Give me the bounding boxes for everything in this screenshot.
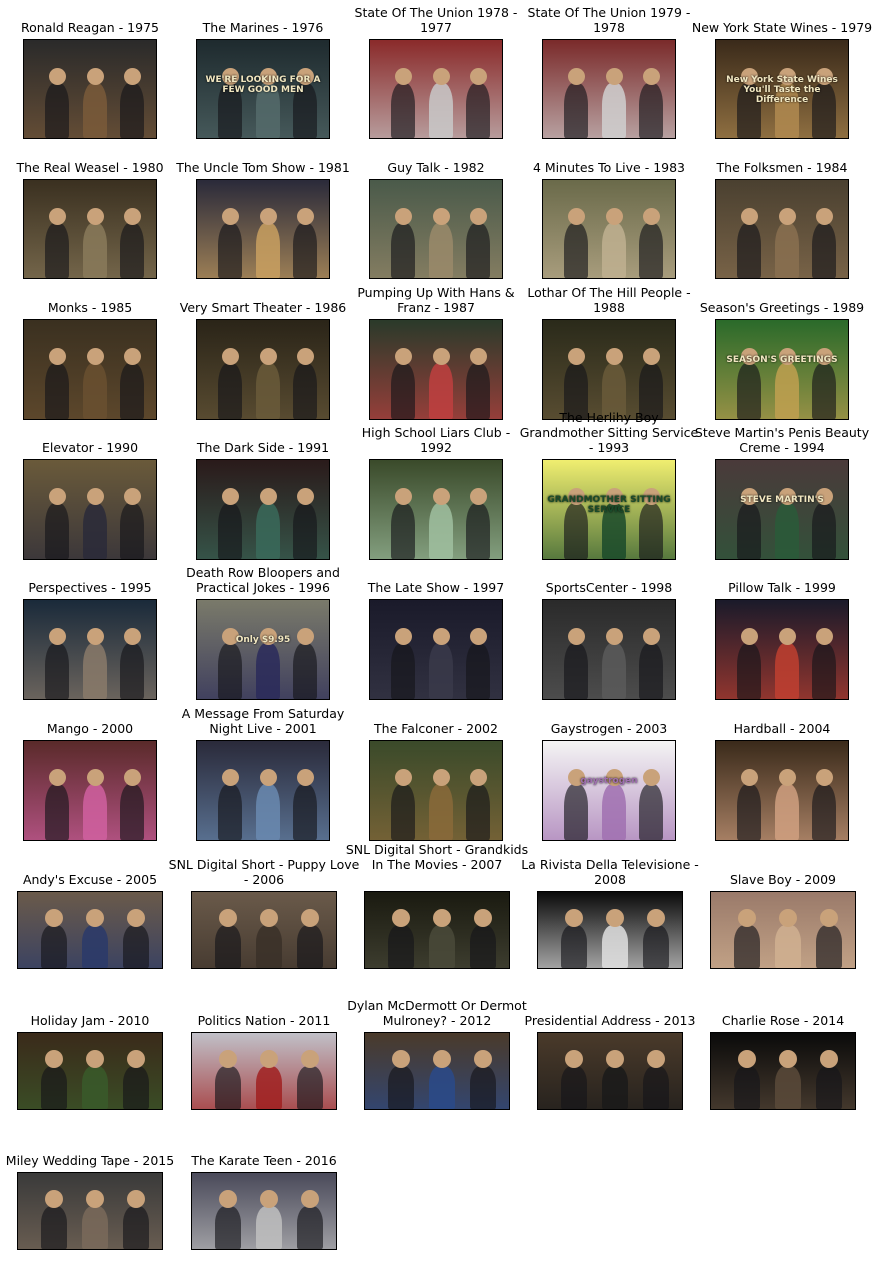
thumbnail-image: STEVE MARTIN'S [715, 459, 849, 560]
thumbnail-image [191, 1032, 337, 1110]
tile-title: Ronald Reagan - 1975 [21, 20, 159, 35]
thumbnail-image [369, 319, 503, 420]
thumbnail-image [23, 39, 157, 139]
thumbnail-image [369, 740, 503, 841]
thumbnail-image [196, 319, 330, 420]
tile-title: Perspectives - 1995 [28, 580, 152, 595]
thumbnail-image [369, 179, 503, 279]
thumbnail-image [369, 599, 503, 700]
thumbnail-image [542, 599, 676, 700]
tile-title: Guy Talk - 1982 [387, 160, 485, 175]
tile-title: Death Row Bloopers and Practical Jokes -… [186, 565, 340, 595]
thumbnail-image [23, 459, 157, 560]
thumbnail-image [17, 1032, 163, 1110]
thumbnail-caption: New York State Wines You'll Taste the Di… [726, 75, 838, 105]
tile-title: Holiday Jam - 2010 [30, 1013, 150, 1028]
thumbnail-image: SEASON'S GREETINGS [715, 319, 849, 420]
thumbnail-image: gaystrogen [542, 740, 676, 841]
thumbnail-image [710, 1032, 856, 1110]
tile-title: La Rivista Della Televisione - 2008 [521, 857, 699, 887]
thumbnail-image [23, 599, 157, 700]
tile-title: Lothar Of The Hill People - 1988 [527, 285, 691, 315]
tile-title: Elevator - 1990 [41, 440, 139, 455]
tile-title: Mango - 2000 [46, 721, 134, 736]
tile-title: The Dark Side - 1991 [196, 440, 330, 455]
tile-title: High School Liars Club - 1992 [361, 425, 511, 455]
tile-title: Season's Greetings - 1989 [699, 300, 865, 315]
tile-title: State Of The Union 1978 - 1977 [354, 5, 518, 35]
thumbnail-image [369, 459, 503, 560]
tile-title: Steve Martin's Penis Beauty Creme - 1994 [694, 425, 870, 455]
thumbnail-image [542, 179, 676, 279]
tile-title: Very Smart Theater - 1986 [179, 300, 347, 315]
tile-title: Monks - 1985 [47, 300, 133, 315]
thumbnail-image [537, 891, 683, 969]
tile-title: SNL Digital Short - Puppy Love - 2006 [168, 857, 360, 887]
thumbnail-image [191, 1172, 337, 1250]
thumbnail-image [542, 319, 676, 420]
thumbnail-caption: WE'RE LOOKING FOR A FEW GOOD MEN [205, 75, 321, 95]
tile-title: Gaystrogen - 2003 [550, 721, 668, 736]
thumbnail-caption: STEVE MARTIN'S [740, 495, 824, 505]
thumbnail-caption: Only $9.95 [235, 635, 291, 645]
thumbnail-image [196, 740, 330, 841]
tile-title: Andy's Excuse - 2005 [22, 872, 158, 887]
tile-title: The Karate Teen - 2016 [191, 1153, 337, 1168]
thumbnail-image [542, 39, 676, 139]
thumbnail-image [23, 179, 157, 279]
thumbnail-image [364, 891, 510, 969]
thumbnail-image [369, 39, 503, 139]
tile-title: The Uncle Tom Show - 1981 [176, 160, 350, 175]
thumbnail-caption: SEASON'S GREETINGS [726, 355, 838, 365]
tile-title: The Real Weasel - 1980 [16, 160, 164, 175]
tile-title: Dylan McDermott Or Dermot Mulroney? - 20… [347, 998, 527, 1028]
tile-title: The Marines - 1976 [202, 20, 324, 35]
tile-title: SportsCenter - 1998 [545, 580, 673, 595]
tile-title: The Falconer - 2002 [374, 721, 498, 736]
tile-title: New York State Wines - 1979 [691, 20, 873, 35]
thumbnail-image [715, 740, 849, 841]
thumbnail-image: WE'RE LOOKING FOR A FEW GOOD MEN [196, 39, 330, 139]
tile-title: Miley Wedding Tape - 2015 [5, 1153, 175, 1168]
tile-title: A Message From Saturday Night Live - 200… [181, 706, 345, 736]
tile-title: The Folksmen - 1984 [716, 160, 848, 175]
tile-title: Presidential Address - 2013 [524, 1013, 696, 1028]
thumbnail-image [196, 179, 330, 279]
tile-title: SNL Digital Short - Grandkids In The Mov… [345, 842, 529, 872]
thumbnail-image [715, 599, 849, 700]
tile-title: Slave Boy - 2009 [729, 872, 837, 887]
thumbnail-image [17, 1172, 163, 1250]
tile-title: Politics Nation - 2011 [197, 1013, 331, 1028]
thumbnail-image [17, 891, 163, 969]
thumbnail-caption: GRANDMOTHER SITTING SERVICE [547, 495, 671, 515]
tile-title: Hardball - 2004 [733, 721, 831, 736]
tile-title: Pumping Up With Hans & Franz - 1987 [357, 285, 515, 315]
thumbnail-image [23, 319, 157, 420]
thumbnail-image: New York State Wines You'll Taste the Di… [715, 39, 849, 139]
tile-title: 4 Minutes To Live - 1983 [532, 160, 686, 175]
thumbnail-image [710, 891, 856, 969]
tile-title: Charlie Rose - 2014 [721, 1013, 845, 1028]
thumbnail-image [191, 891, 337, 969]
thumbnail-image [537, 1032, 683, 1110]
thumbnail-image: GRANDMOTHER SITTING SERVICE [542, 459, 676, 560]
tile-title: Pillow Talk - 1999 [728, 580, 836, 595]
thumbnail-image [196, 459, 330, 560]
thumbnail-image [364, 1032, 510, 1110]
tile-title: The Late Show - 1997 [367, 580, 505, 595]
thumbnail-image [715, 179, 849, 279]
thumbnail-image [23, 740, 157, 841]
thumbnail-image: Only $9.95 [196, 599, 330, 700]
tile-title: The Herlihy Boy Grandmother Sitting Serv… [519, 410, 699, 455]
tile-title: State Of The Union 1979 - 1978 [527, 5, 691, 35]
thumbnail-caption: gaystrogen [580, 776, 638, 786]
